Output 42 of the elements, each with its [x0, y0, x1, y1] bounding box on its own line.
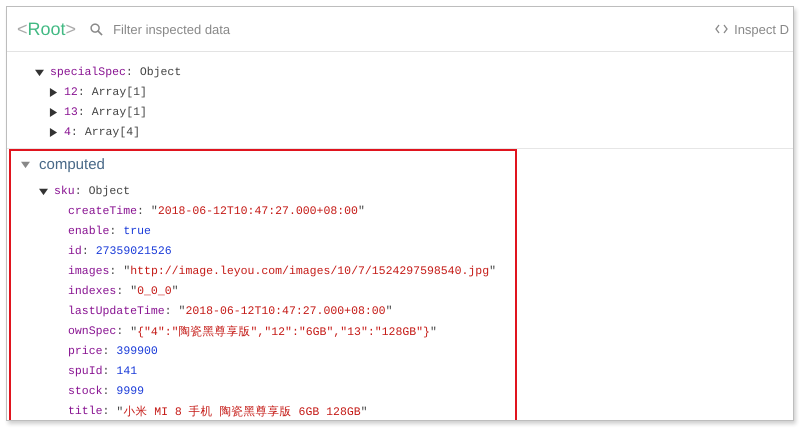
property-key: indexes:	[68, 284, 124, 298]
property-key: sku:	[54, 184, 82, 198]
property-value: 141	[116, 364, 138, 378]
property-key: spuId:	[68, 364, 110, 378]
property-key: specialSpec:	[50, 66, 133, 78]
property-key: 13:	[64, 106, 85, 118]
collapsed-arrow-icon[interactable]	[49, 88, 58, 96]
expanded-arrow-icon[interactable]	[39, 186, 48, 196]
property-key: title:	[68, 404, 110, 418]
property-key: stock:	[68, 384, 110, 398]
type-label: Array[1]	[92, 86, 147, 98]
property-key: ownSpec:	[68, 324, 124, 338]
property-value: "0_0_0"	[130, 284, 179, 298]
property-key: 4:	[64, 126, 78, 138]
property-value: "小米 MI 8 手机 陶瓷黑尊享版 6GB 128GB"	[116, 404, 368, 418]
property-key: enable:	[68, 224, 116, 238]
component-name: <Root>	[17, 18, 76, 40]
type-label: Object	[88, 184, 130, 198]
property-value: true	[123, 224, 151, 238]
search-icon	[90, 22, 104, 36]
property-key: price:	[68, 344, 110, 358]
property-value: 9999	[116, 384, 144, 398]
code-icon	[715, 24, 728, 34]
property-value: "http://image.leyou.com/images/10/7/1524297598540.jpg"	[123, 264, 496, 278]
property-key: id:	[68, 244, 89, 258]
property-key: images:	[68, 264, 116, 278]
property-value: "2018-06-12T10:47:27.000+08:00"	[150, 204, 365, 218]
type-label: Object	[140, 66, 182, 78]
property-key: createTime:	[68, 204, 144, 218]
property-value: "2018-06-12T10:47:27.000+08:00"	[178, 304, 392, 318]
property-key: lastUpdateTime:	[68, 304, 172, 318]
inspect-dom-button[interactable]: Inspect D	[715, 22, 789, 36]
property-key: 12:	[64, 86, 85, 98]
section-title: computed	[39, 156, 105, 172]
property-value: "{"4":"陶瓷黑尊享版","12":"6GB","13":"128GB"}"	[130, 324, 437, 338]
type-label: Array[4]	[84, 126, 140, 138]
property-value: 399900	[116, 344, 158, 358]
collapsed-arrow-icon[interactable]	[49, 108, 58, 116]
collapsed-arrow-icon[interactable]	[49, 128, 58, 136]
expanded-arrow-icon[interactable]	[35, 68, 44, 76]
type-label: Array[1]	[92, 106, 147, 118]
property-value: 27359021526	[96, 244, 172, 258]
